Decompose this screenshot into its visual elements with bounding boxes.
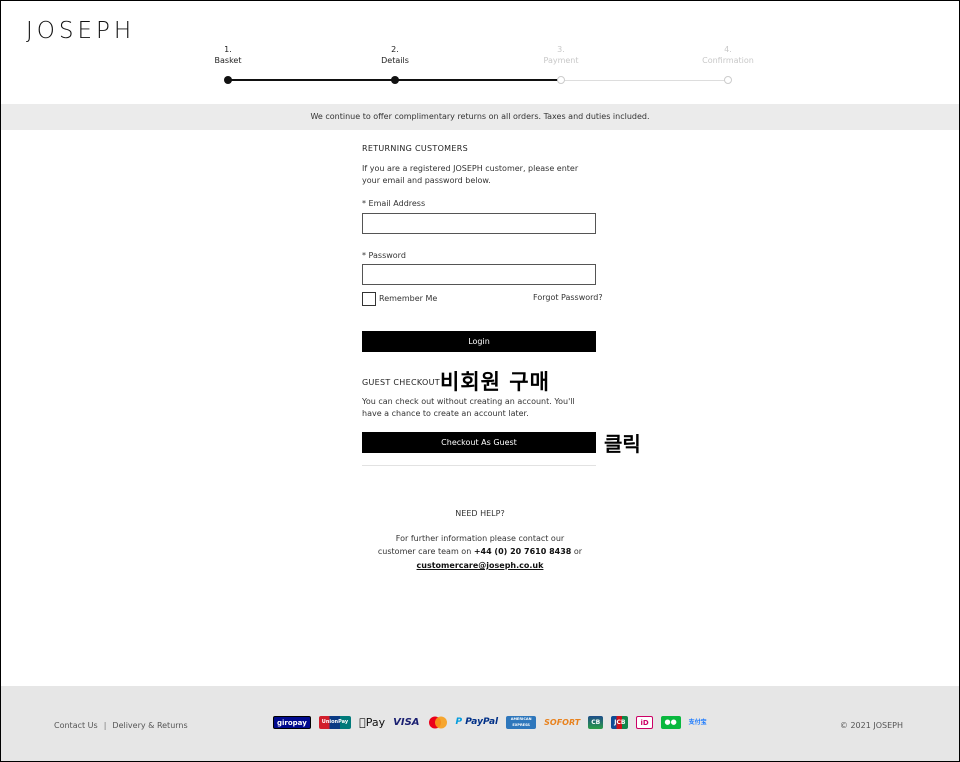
ideal-icon: iD [636,715,653,729]
need-help-heading: NEED HELP? [455,509,505,518]
apple-logo-icon:  [359,716,366,729]
email-input[interactable] [362,213,596,234]
step-confirmation: 4. Confirmation [683,44,773,66]
help-line-2-prefix: customer care team on [377,547,474,556]
footer-separator: | [103,721,107,730]
remember-me-checkbox[interactable] [362,292,376,306]
step-details[interactable]: 2. Details [350,44,440,66]
guest-annotation: 비회원 구매 [440,370,550,394]
step-label: Payment [543,56,579,65]
section-divider [362,465,596,466]
step-label: Confirmation [702,56,754,65]
paypal-label: PayPal [458,716,498,727]
brand-logo[interactable]: JOSEPH [26,18,135,44]
payment-methods: giropay UnionPay Pay VISA P PayPal AMER… [273,715,707,729]
wechat-pay-icon: ●● [660,715,681,729]
email-label: * Email Address [362,199,426,208]
copyright: © 2021 JOSEPH [839,721,903,730]
giropay-icon: giropay [273,715,311,729]
footer-links: Contact Us | Delivery & Returns [54,721,188,730]
returning-customers-heading: RETURNING CUSTOMERS [362,144,468,153]
amex-icon: AMERICAN EXPRESS [506,715,537,729]
guest-checkout-heading: GUEST CHECKOUT [362,378,440,387]
step-number: 2. [391,45,399,54]
footer: Contact Us | Delivery & Returns giropay Un… [1,686,959,761]
progress-track-remaining [561,80,728,81]
forgot-password-link[interactable]: Forgot Password? [533,293,603,302]
remember-me-label[interactable]: Remember Me [379,294,437,303]
step-dot-basket [224,76,232,84]
visa-icon: VISA [386,716,419,728]
returning-intro: If you are a registered JOSEPH customer,… [362,164,579,185]
delivery-returns-link[interactable]: Delivery & Returns [112,721,187,730]
sofort-icon: SOFORT [537,717,580,727]
help-line-2: customer care team on +44 (0) 20 7610 84… [330,545,630,558]
contact-us-link[interactable]: Contact Us [54,721,98,730]
cb-icon: CB [588,715,604,729]
paypal-icon: P PayPal [456,716,499,729]
step-payment: 3. Payment [516,44,606,66]
checkout-progress: 1. Basket 2. Details 3. Payment 4. Confi… [215,44,754,88]
alipay-icon: 支付宝 [682,718,707,726]
login-button[interactable]: Login [362,331,596,352]
step-number: 4. [724,45,732,54]
step-number: 3. [557,45,565,54]
customer-care-email-link[interactable]: customercare@joseph.co.uk [417,561,544,570]
step-dot-details [391,76,399,84]
jcb-icon: JCB [611,715,629,729]
help-line-1: For further information please contact o… [395,534,565,543]
guest-intro: You can check out without creating an ac… [362,397,575,418]
checkout-as-guest-button[interactable]: Checkout As Guest [362,432,596,453]
password-input[interactable] [362,264,596,285]
password-label: * Password [362,251,406,260]
step-label: Basket [214,56,242,65]
step-dot-confirmation [724,76,732,84]
unionpay-icon: UnionPay [318,715,352,729]
returns-banner: We continue to offer complimentary retur… [1,104,959,130]
customer-care-phone[interactable]: +44 (0) 20 7610 8438 [474,547,572,556]
apple-pay-icon: Pay [359,716,385,729]
apple-pay-label: Pay [359,715,385,729]
help-line-3: customercare@joseph.co.uk [330,559,630,572]
paypal-mark-icon: P [456,717,463,727]
step-dot-payment [557,76,565,84]
click-annotation: 클릭 [604,432,641,456]
step-basket[interactable]: 1. Basket [183,44,273,66]
step-label: Details [381,56,409,65]
step-number: 1. [224,45,232,54]
mastercard-icon [428,716,448,729]
help-line-2-suffix: or [571,547,583,556]
